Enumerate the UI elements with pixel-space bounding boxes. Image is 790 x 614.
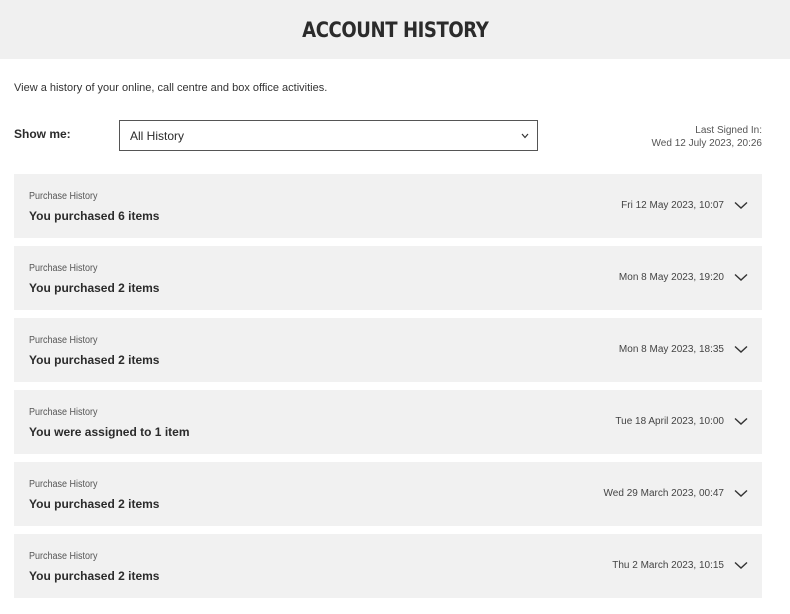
chevron-down-icon[interactable]: [734, 272, 748, 282]
history-item-summary: You purchased 6 items: [29, 209, 160, 223]
history-item-date: Wed 29 March 2023, 00:47: [603, 488, 724, 499]
history-item[interactable]: Purchase History You purchased 6 items F…: [14, 174, 762, 238]
page-title: ACCOUNT HISTORY: [301, 17, 489, 42]
history-item[interactable]: Purchase History You purchased 2 items W…: [14, 462, 762, 526]
history-item-type: Purchase History: [29, 551, 98, 562]
history-item-date: Thu 2 March 2023, 10:15: [612, 560, 724, 571]
history-item-type: Purchase History: [29, 407, 98, 418]
history-item-date: Fri 12 May 2023, 10:07: [621, 200, 724, 211]
history-item-summary: You purchased 2 items: [29, 281, 160, 295]
history-item-type: Purchase History: [29, 191, 98, 202]
intro-text: View a history of your online, call cent…: [14, 82, 328, 94]
history-filter-select[interactable]: All History: [119, 120, 538, 151]
last-signed-in: Last Signed In: Wed 12 July 2023, 20:26: [652, 124, 762, 150]
chevron-down-icon[interactable]: [734, 488, 748, 498]
filter-label: Show me:: [14, 127, 71, 141]
chevron-down-icon[interactable]: [734, 344, 748, 354]
history-item-type: Purchase History: [29, 335, 98, 346]
history-item[interactable]: Purchase History You purchased 2 items T…: [14, 534, 762, 598]
last-signed-value: Wed 12 July 2023, 20:26: [651, 138, 762, 149]
history-item-date: Mon 8 May 2023, 19:20: [618, 272, 724, 283]
history-item-summary: You purchased 2 items: [29, 497, 160, 511]
history-item-date: Tue 18 April 2023, 10:00: [615, 416, 724, 427]
chevron-down-icon[interactable]: [734, 200, 748, 210]
last-signed-label: Last Signed In:: [695, 125, 762, 136]
chevron-down-icon[interactable]: [734, 560, 748, 570]
history-item[interactable]: Purchase History You purchased 2 items M…: [14, 318, 762, 382]
history-item-type: Purchase History: [29, 479, 98, 490]
history-item-summary: You purchased 2 items: [29, 569, 160, 583]
history-item-summary: You purchased 2 items: [29, 353, 160, 367]
page-header: ACCOUNT HISTORY: [0, 0, 790, 59]
filter-selected-value: All History: [130, 128, 185, 143]
history-item-summary: You were assigned to 1 item: [29, 425, 190, 439]
history-list: Purchase History You purchased 6 items F…: [14, 174, 762, 606]
history-item-date: Mon 8 May 2023, 18:35: [618, 344, 724, 355]
chevron-down-icon[interactable]: [734, 416, 748, 426]
history-item[interactable]: Purchase History You were assigned to 1 …: [14, 390, 762, 454]
chevron-down-icon: [521, 131, 531, 141]
history-item[interactable]: Purchase History You purchased 2 items M…: [14, 246, 762, 310]
history-item-type: Purchase History: [29, 263, 98, 274]
